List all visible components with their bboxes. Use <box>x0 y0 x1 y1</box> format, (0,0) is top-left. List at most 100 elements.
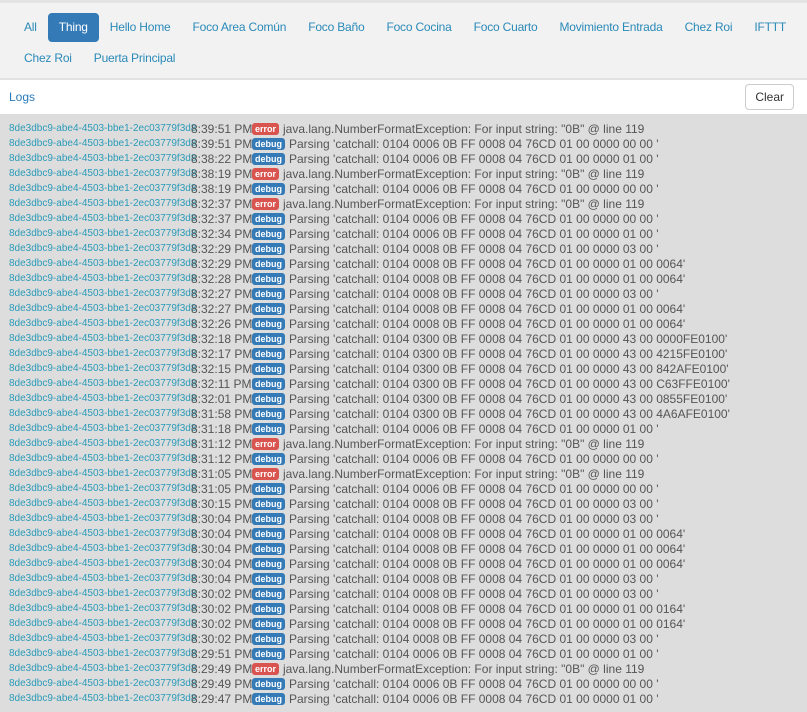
log-row: 8de3dbc9-abe4-4503-bbe1-2ec03779f3d8 8:32… <box>0 256 807 271</box>
log-row: 8de3dbc9-abe4-4503-bbe1-2ec03779f3d8 8:39… <box>0 136 807 151</box>
device-id-link[interactable]: 8de3dbc9-abe4-4503-bbe1-2ec03779f3d8 <box>0 453 196 464</box>
device-id-link[interactable]: 8de3dbc9-abe4-4503-bbe1-2ec03779f3d8 <box>0 393 196 404</box>
level-badge: debug <box>252 632 285 645</box>
device-id-link[interactable]: 8de3dbc9-abe4-4503-bbe1-2ec03779f3d8 <box>0 333 196 344</box>
device-id-link[interactable]: 8de3dbc9-abe4-4503-bbe1-2ec03779f3d8 <box>0 483 196 494</box>
tab-foco-ba-o[interactable]: Foco Baño <box>297 13 375 42</box>
device-id-link[interactable]: 8de3dbc9-abe4-4503-bbe1-2ec03779f3d8 <box>0 588 196 599</box>
level-badge: debug <box>252 572 285 585</box>
log-row: 8de3dbc9-abe4-4503-bbe1-2ec03779f3d8 8:30… <box>0 571 807 586</box>
tab-foco-area-com-n[interactable]: Foco Area Común <box>181 13 297 42</box>
log-time: 8:32:27 PM: <box>191 286 256 301</box>
log-row: 8de3dbc9-abe4-4503-bbe1-2ec03779f3d8 8:32… <box>0 301 807 316</box>
device-id-link[interactable]: 8de3dbc9-abe4-4503-bbe1-2ec03779f3d8 <box>0 288 196 299</box>
log-message: Parsing 'catchall: 0104 0008 0B FF 0008 … <box>289 286 659 301</box>
tab-ifttt[interactable]: IFTTT <box>743 13 797 42</box>
device-id-link[interactable]: 8de3dbc9-abe4-4503-bbe1-2ec03779f3d8 <box>0 213 196 224</box>
log-time: 8:29:51 PM: <box>191 646 256 661</box>
device-id-link[interactable]: 8de3dbc9-abe4-4503-bbe1-2ec03779f3d8 <box>0 348 196 359</box>
level-badge: debug <box>252 137 285 150</box>
device-id-link[interactable]: 8de3dbc9-abe4-4503-bbe1-2ec03779f3d8 <box>0 648 196 659</box>
log-time: 8:32:18 PM: <box>191 331 256 346</box>
device-id-link[interactable]: 8de3dbc9-abe4-4503-bbe1-2ec03779f3d8 <box>0 603 196 614</box>
device-id-link[interactable]: 8de3dbc9-abe4-4503-bbe1-2ec03779f3d8 <box>0 498 196 509</box>
log-message: Parsing 'catchall: 0104 0300 0B FF 0008 … <box>289 346 728 361</box>
level-badge: debug <box>252 377 285 390</box>
level-badge: debug <box>252 257 285 270</box>
log-message: java.lang.NumberFormatException: For inp… <box>283 121 645 136</box>
level-badge: debug <box>252 617 285 630</box>
log-message: Parsing 'catchall: 0104 0006 0B FF 0008 … <box>289 421 659 436</box>
device-id-link[interactable]: 8de3dbc9-abe4-4503-bbe1-2ec03779f3d8 <box>0 318 196 329</box>
log-row: 8de3dbc9-abe4-4503-bbe1-2ec03779f3d8 8:31… <box>0 436 807 451</box>
device-id-link[interactable]: 8de3dbc9-abe4-4503-bbe1-2ec03779f3d8 <box>0 423 196 434</box>
level-badge: debug <box>252 212 285 225</box>
device-id-link[interactable]: 8de3dbc9-abe4-4503-bbe1-2ec03779f3d8 <box>0 528 196 539</box>
device-id-link[interactable]: 8de3dbc9-abe4-4503-bbe1-2ec03779f3d8 <box>0 663 196 674</box>
log-time: 8:32:28 PM: <box>191 271 256 286</box>
device-id-link[interactable]: 8de3dbc9-abe4-4503-bbe1-2ec03779f3d8 <box>0 438 196 449</box>
log-row: 8de3dbc9-abe4-4503-bbe1-2ec03779f3d8 8:30… <box>0 511 807 526</box>
level-badge: debug <box>252 482 285 495</box>
device-id-link[interactable]: 8de3dbc9-abe4-4503-bbe1-2ec03779f3d8 <box>0 693 196 704</box>
tab-hello-home[interactable]: Hello Home <box>99 13 182 42</box>
device-id-link[interactable]: 8de3dbc9-abe4-4503-bbe1-2ec03779f3d8 <box>0 678 196 689</box>
log-row: 8de3dbc9-abe4-4503-bbe1-2ec03779f3d8 8:32… <box>0 226 807 241</box>
device-id-link[interactable]: 8de3dbc9-abe4-4503-bbe1-2ec03779f3d8 <box>0 633 196 644</box>
tab-chez-roi[interactable]: Chez Roi <box>674 13 744 42</box>
level-badge: debug <box>252 602 285 615</box>
log-row: 8de3dbc9-abe4-4503-bbe1-2ec03779f3d8 8:30… <box>0 526 807 541</box>
log-message: Parsing 'catchall: 0104 0008 0B FF 0008 … <box>289 256 686 271</box>
log-message: Parsing 'catchall: 0104 0008 0B FF 0008 … <box>289 511 659 526</box>
device-id-link[interactable]: 8de3dbc9-abe4-4503-bbe1-2ec03779f3d8 <box>0 123 196 134</box>
log-message: Parsing 'catchall: 0104 0008 0B FF 0008 … <box>289 556 686 571</box>
device-id-link[interactable]: 8de3dbc9-abe4-4503-bbe1-2ec03779f3d8 <box>0 378 196 389</box>
device-id-link[interactable]: 8de3dbc9-abe4-4503-bbe1-2ec03779f3d8 <box>0 363 196 374</box>
device-id-link[interactable]: 8de3dbc9-abe4-4503-bbe1-2ec03779f3d8 <box>0 198 196 209</box>
device-id-link[interactable]: 8de3dbc9-abe4-4503-bbe1-2ec03779f3d8 <box>0 558 196 569</box>
log-message: Parsing 'catchall: 0104 0006 0B FF 0008 … <box>289 226 659 241</box>
tab-chez-roi[interactable]: Chez Roi <box>13 44 83 73</box>
device-id-link[interactable]: 8de3dbc9-abe4-4503-bbe1-2ec03779f3d8 <box>0 408 196 419</box>
log-message: java.lang.NumberFormatException: For inp… <box>283 196 645 211</box>
device-id-link[interactable]: 8de3dbc9-abe4-4503-bbe1-2ec03779f3d8 <box>0 138 196 149</box>
tab-foco-cocina[interactable]: Foco Cocina <box>375 13 462 42</box>
log-message: Parsing 'catchall: 0104 0008 0B FF 0008 … <box>289 301 686 316</box>
tab-all[interactable]: All <box>13 13 48 42</box>
log-row: 8de3dbc9-abe4-4503-bbe1-2ec03779f3d8 8:30… <box>0 616 807 631</box>
log-message: Parsing 'catchall: 0104 0008 0B FF 0008 … <box>289 241 659 256</box>
level-badge: error <box>252 197 280 210</box>
device-id-link[interactable]: 8de3dbc9-abe4-4503-bbe1-2ec03779f3d8 <box>0 543 196 554</box>
log-time: 8:30:02 PM: <box>191 586 256 601</box>
device-id-link[interactable]: 8de3dbc9-abe4-4503-bbe1-2ec03779f3d8 <box>0 183 196 194</box>
level-badge: debug <box>252 557 285 570</box>
device-id-link[interactable]: 8de3dbc9-abe4-4503-bbe1-2ec03779f3d8 <box>0 573 196 584</box>
tab-puerta-principal[interactable]: Puerta Principal <box>83 44 187 73</box>
device-id-link[interactable]: 8de3dbc9-abe4-4503-bbe1-2ec03779f3d8 <box>0 303 196 314</box>
log-time: 8:30:02 PM: <box>191 616 256 631</box>
level-badge: debug <box>252 647 285 660</box>
device-id-link[interactable]: 8de3dbc9-abe4-4503-bbe1-2ec03779f3d8 <box>0 258 196 269</box>
device-id-link[interactable]: 8de3dbc9-abe4-4503-bbe1-2ec03779f3d8 <box>0 513 196 524</box>
device-id-link[interactable]: 8de3dbc9-abe4-4503-bbe1-2ec03779f3d8 <box>0 228 196 239</box>
log-row: 8de3dbc9-abe4-4503-bbe1-2ec03779f3d8 8:31… <box>0 466 807 481</box>
level-badge: debug <box>252 512 285 525</box>
device-id-link[interactable]: 8de3dbc9-abe4-4503-bbe1-2ec03779f3d8 <box>0 468 196 479</box>
log-row: 8de3dbc9-abe4-4503-bbe1-2ec03779f3d8 8:30… <box>0 556 807 571</box>
log-time: 8:32:29 PM: <box>191 241 256 256</box>
level-badge: debug <box>252 362 285 375</box>
tab-movimiento-entrada[interactable]: Movimiento Entrada <box>548 13 673 42</box>
log-row: 8de3dbc9-abe4-4503-bbe1-2ec03779f3d8 8:32… <box>0 241 807 256</box>
clear-button[interactable]: Clear <box>745 84 794 110</box>
device-id-link[interactable]: 8de3dbc9-abe4-4503-bbe1-2ec03779f3d8 <box>0 168 196 179</box>
log-message: Parsing 'catchall: 0104 0006 0B FF 0008 … <box>289 481 659 496</box>
tab-foco-cuarto[interactable]: Foco Cuarto <box>463 13 549 42</box>
device-id-link[interactable]: 8de3dbc9-abe4-4503-bbe1-2ec03779f3d8 <box>0 153 196 164</box>
log-row: 8de3dbc9-abe4-4503-bbe1-2ec03779f3d8 8:32… <box>0 196 807 211</box>
device-id-link[interactable]: 8de3dbc9-abe4-4503-bbe1-2ec03779f3d8 <box>0 243 196 254</box>
log-row: 8de3dbc9-abe4-4503-bbe1-2ec03779f3d8 8:32… <box>0 331 807 346</box>
tab-thing[interactable]: Thing <box>47 13 99 42</box>
device-id-link[interactable]: 8de3dbc9-abe4-4503-bbe1-2ec03779f3d8 <box>0 618 196 629</box>
device-id-link[interactable]: 8de3dbc9-abe4-4503-bbe1-2ec03779f3d8 <box>0 273 196 284</box>
log-time: 8:31:12 PM: <box>191 451 256 466</box>
